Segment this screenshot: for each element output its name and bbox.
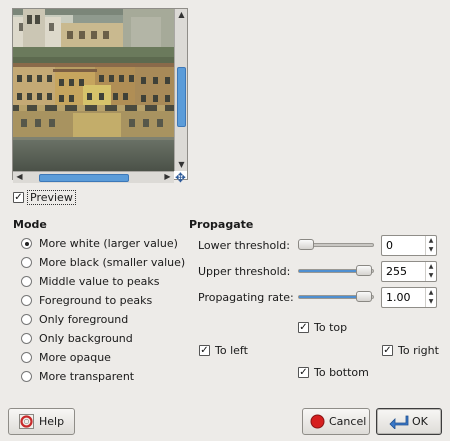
cancel-stop-icon bbox=[310, 414, 325, 429]
help-button-label: Help bbox=[39, 415, 65, 428]
upper-threshold-label: Upper threshold: bbox=[198, 265, 291, 278]
slider-knob[interactable] bbox=[356, 265, 372, 276]
to-bottom-checkbox[interactable]: ✓ bbox=[298, 367, 309, 378]
radio-more-white[interactable] bbox=[21, 238, 32, 249]
preview-label[interactable]: Preview bbox=[27, 190, 76, 205]
lower-threshold-label: Lower threshold: bbox=[198, 239, 290, 252]
to-left-checkbox[interactable]: ✓ bbox=[199, 345, 210, 356]
mode-option-label[interactable]: More white (larger value) bbox=[39, 237, 178, 250]
upper-threshold-slider[interactable] bbox=[298, 265, 374, 276]
ok-enter-arrow-icon bbox=[389, 415, 409, 429]
radio-more-transparent[interactable] bbox=[21, 371, 32, 382]
to-left-label[interactable]: To left bbox=[215, 344, 248, 357]
scroll-up-arrow-icon[interactable]: ▲ bbox=[175, 9, 188, 21]
scroll-left-arrow-icon[interactable]: ◀ bbox=[13, 171, 26, 183]
propagating-rate-label: Propagating rate: bbox=[198, 291, 294, 304]
spin-up-icon[interactable]: ▲ bbox=[426, 236, 436, 245]
radio-middle-value-to-peaks[interactable] bbox=[21, 276, 32, 287]
navigate-move-icon[interactable]: ✥ bbox=[174, 172, 187, 185]
radio-more-opaque[interactable] bbox=[21, 352, 32, 363]
spin-up-icon[interactable]: ▲ bbox=[426, 288, 436, 297]
upper-threshold-spinner[interactable]: ▲ ▼ bbox=[381, 261, 437, 282]
slider-knob[interactable] bbox=[356, 291, 372, 302]
preview-photo bbox=[13, 9, 174, 171]
propagating-rate-input[interactable] bbox=[382, 288, 426, 307]
spin-down-icon[interactable]: ▼ bbox=[426, 245, 436, 254]
horizontal-scroll-thumb[interactable] bbox=[39, 174, 129, 182]
mode-option-label[interactable]: More transparent bbox=[39, 370, 134, 383]
mode-option-label[interactable]: Only foreground bbox=[39, 313, 128, 326]
mode-title: Mode bbox=[13, 218, 47, 231]
slider-knob[interactable] bbox=[298, 239, 314, 250]
spin-up-icon[interactable]: ▲ bbox=[426, 262, 436, 271]
to-right-label[interactable]: To right bbox=[398, 344, 439, 357]
propagating-rate-spinner[interactable]: ▲ ▼ bbox=[381, 287, 437, 308]
help-lifebuoy-icon bbox=[19, 414, 34, 429]
to-top-checkbox[interactable]: ✓ bbox=[298, 322, 309, 333]
ok-button-label: OK bbox=[412, 415, 428, 428]
radio-foreground-to-peaks[interactable] bbox=[21, 295, 32, 306]
ok-button[interactable]: OK bbox=[376, 408, 442, 435]
scroll-down-arrow-icon[interactable]: ▼ bbox=[175, 159, 188, 171]
cancel-button[interactable]: Cancel bbox=[302, 408, 370, 435]
lower-threshold-spinner[interactable]: ▲ ▼ bbox=[381, 235, 437, 256]
mode-option-label[interactable]: More black (smaller value) bbox=[39, 256, 185, 269]
preview-horizontal-scrollbar[interactable]: ◀ ▶ bbox=[13, 171, 174, 183]
to-bottom-label[interactable]: To bottom bbox=[314, 366, 369, 379]
lower-threshold-input[interactable] bbox=[382, 236, 426, 255]
mode-option-label[interactable]: Foreground to peaks bbox=[39, 294, 152, 307]
radio-only-background[interactable] bbox=[21, 333, 32, 344]
to-top-label[interactable]: To top bbox=[314, 321, 347, 334]
mode-option-label[interactable]: More opaque bbox=[39, 351, 111, 364]
upper-threshold-input[interactable] bbox=[382, 262, 426, 281]
spin-down-icon[interactable]: ▼ bbox=[426, 271, 436, 280]
cancel-button-label: Cancel bbox=[329, 415, 367, 428]
preview-vertical-scrollbar[interactable]: ▲ ▼ bbox=[174, 9, 187, 171]
spin-down-icon[interactable]: ▼ bbox=[426, 297, 436, 306]
radio-only-foreground[interactable] bbox=[21, 314, 32, 325]
radio-more-black[interactable] bbox=[21, 257, 32, 268]
vertical-scroll-thumb[interactable] bbox=[177, 67, 186, 127]
propagate-title: Propagate bbox=[189, 218, 254, 231]
lower-threshold-slider[interactable] bbox=[298, 239, 374, 250]
help-button[interactable]: Help bbox=[8, 408, 75, 435]
preview-image[interactable] bbox=[13, 9, 174, 171]
propagating-rate-slider[interactable] bbox=[298, 291, 374, 302]
to-right-checkbox[interactable]: ✓ bbox=[382, 345, 393, 356]
mode-option-label[interactable]: Only background bbox=[39, 332, 133, 345]
scroll-right-arrow-icon[interactable]: ▶ bbox=[161, 171, 174, 183]
preview-checkbox[interactable]: ✓ bbox=[13, 192, 24, 203]
mode-option-label[interactable]: Middle value to peaks bbox=[39, 275, 160, 288]
